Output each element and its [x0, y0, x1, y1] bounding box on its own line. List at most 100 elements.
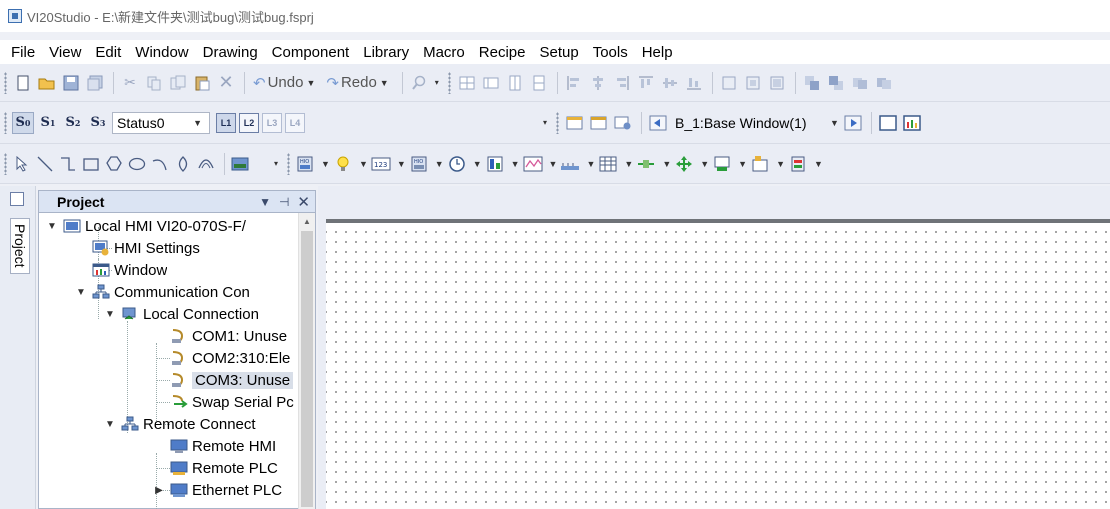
menu-macro[interactable]: Macro	[416, 44, 472, 61]
send-back-icon[interactable]	[825, 72, 847, 94]
save-icon[interactable]	[60, 72, 82, 94]
align-right-icon[interactable]	[611, 72, 633, 94]
blank-window-icon[interactable]	[877, 112, 899, 134]
tree-item-remote-hmi[interactable]: Remote HMI	[170, 435, 276, 457]
close-icon[interactable]: ✕	[297, 193, 310, 211]
toolbar-grip[interactable]	[4, 111, 7, 134]
tree-item-window[interactable]: Window	[92, 259, 167, 281]
toolbar-overflow-icon[interactable]: ▾	[435, 78, 439, 87]
toolbar-grip[interactable]	[447, 71, 451, 94]
pie-icon[interactable]	[173, 154, 193, 174]
expand-icon[interactable]: ▶	[153, 485, 165, 496]
align-left-icon[interactable]	[563, 72, 585, 94]
toolbar-grip[interactable]	[287, 152, 291, 175]
align-bottom-icon[interactable]	[683, 72, 705, 94]
pipe-icon[interactable]	[636, 154, 656, 174]
message-board-icon[interactable]	[750, 154, 770, 174]
chevron-down-icon[interactable]: ▼	[435, 159, 444, 169]
grid-icon[interactable]	[456, 72, 478, 94]
open-window-icon[interactable]	[588, 112, 610, 134]
chevron-down-icon[interactable]: ▼	[511, 159, 520, 169]
redo-dropdown-icon[interactable]: ▼	[380, 78, 389, 88]
menu-drawing[interactable]: Drawing	[196, 44, 265, 61]
menu-recipe[interactable]: Recipe	[472, 44, 533, 61]
tree-item-hmi-settings[interactable]: HMI Settings	[92, 237, 200, 259]
grid-align-icon[interactable]	[480, 72, 502, 94]
tree-item-com2[interactable]: COM2:310:Ele	[170, 347, 290, 369]
layer-2-button[interactable]: L2	[239, 112, 259, 133]
chevron-down-icon[interactable]: ▼	[359, 159, 368, 169]
chevron-down-icon[interactable]: ▼	[473, 159, 482, 169]
collapse-icon[interactable]: ▼	[104, 419, 116, 430]
undo-dropdown-icon[interactable]: ▼	[306, 78, 315, 88]
tree-item-com1[interactable]: COM1: Unuse	[170, 325, 287, 347]
collapse-icon[interactable]: ▼	[75, 287, 87, 298]
state-1-button[interactable]: S1	[37, 112, 59, 134]
tree-item-com3[interactable]: COM3: Unuse	[170, 369, 294, 391]
scroll-up-icon[interactable]: ▲	[299, 213, 315, 230]
toolbar-overflow-icon[interactable]: ▾	[543, 118, 547, 127]
ellipse-icon[interactable]	[127, 154, 147, 174]
panel-menu-icon[interactable]: ▼	[259, 195, 271, 209]
window-select[interactable]: B_1:Base Window(1)	[671, 112, 821, 134]
line-icon[interactable]	[35, 154, 55, 174]
menu-window[interactable]: Window	[128, 44, 195, 61]
same-width-icon[interactable]	[718, 72, 740, 94]
design-canvas[interactable]	[326, 223, 1110, 509]
layer-4-button[interactable]: L4	[285, 112, 305, 133]
layer-1-button[interactable]: L1	[216, 112, 236, 133]
menu-view[interactable]: View	[42, 44, 88, 61]
pin-icon[interactable]: ⊣	[279, 195, 289, 209]
clock-icon[interactable]	[447, 154, 467, 174]
collapse-icon[interactable]: ▼	[104, 309, 116, 320]
toolbar-grip[interactable]	[4, 71, 7, 94]
arc-icon[interactable]	[150, 154, 170, 174]
state-2-button[interactable]: S2	[62, 112, 84, 134]
chord-icon[interactable]	[196, 154, 216, 174]
next-window-icon[interactable]	[842, 112, 864, 134]
previous-window-icon[interactable]	[647, 112, 669, 134]
open-folder-icon[interactable]	[36, 72, 58, 94]
chevron-down-icon[interactable]: ▼	[738, 159, 747, 169]
chevron-down-icon[interactable]: ▼	[586, 159, 595, 169]
tree-scrollbar[interactable]: ▲	[298, 213, 315, 509]
menu-edit[interactable]: Edit	[88, 44, 128, 61]
menu-tools[interactable]: Tools	[586, 44, 635, 61]
redo-button[interactable]: ↷ Redo ▼	[323, 72, 394, 94]
same-size-icon[interactable]	[766, 72, 788, 94]
chevron-down-icon[interactable]: ▼	[397, 159, 406, 169]
menu-file[interactable]: File	[4, 44, 42, 61]
bit-switch-icon[interactable]: HIO	[295, 154, 315, 174]
align-top-icon[interactable]	[635, 72, 657, 94]
numeric-display-icon[interactable]: 123	[371, 154, 391, 174]
align-middle-icon[interactable]	[659, 72, 681, 94]
chevron-down-icon[interactable]: ▼	[624, 159, 633, 169]
toolbar-overflow-icon[interactable]: ▾	[274, 159, 278, 168]
trend-chart-icon[interactable]	[523, 154, 543, 174]
tree-item-local-hmi[interactable]: ▼ Local HMI VI20-070S-F/	[46, 215, 246, 237]
state-0-button[interactable]: S0	[12, 111, 34, 134]
window-settings-icon[interactable]	[612, 112, 634, 134]
tree-item-swap-serial[interactable]: Swap Serial Pc	[170, 391, 294, 413]
delete-icon[interactable]: ✕	[215, 72, 237, 94]
new-file-icon[interactable]	[12, 72, 34, 94]
move-icon[interactable]	[674, 154, 694, 174]
menu-component[interactable]: Component	[265, 44, 357, 61]
collapse-icon[interactable]: ▼	[46, 221, 58, 232]
tree-item-remote-plc[interactable]: Remote PLC	[170, 457, 278, 479]
project-tab-label[interactable]: Project	[10, 218, 30, 274]
bit-lamp-icon[interactable]	[333, 154, 353, 174]
copy-icon[interactable]	[143, 72, 165, 94]
rectangle-icon[interactable]	[81, 154, 101, 174]
backward-icon[interactable]	[873, 72, 895, 94]
state-3-button[interactable]: S3	[87, 112, 109, 134]
paste-icon[interactable]	[191, 72, 213, 94]
align-center-icon[interactable]	[587, 72, 609, 94]
word-switch-icon[interactable]: HIO	[409, 154, 429, 174]
scroll-thumb[interactable]	[301, 231, 313, 507]
meter-icon[interactable]	[560, 154, 580, 174]
tree-item-remote-connection[interactable]: ▼ Remote Connect	[104, 413, 256, 435]
new-window-icon[interactable]	[564, 112, 586, 134]
chevron-down-icon[interactable]: ▼	[776, 159, 785, 169]
bar-graph-icon[interactable]	[485, 154, 505, 174]
